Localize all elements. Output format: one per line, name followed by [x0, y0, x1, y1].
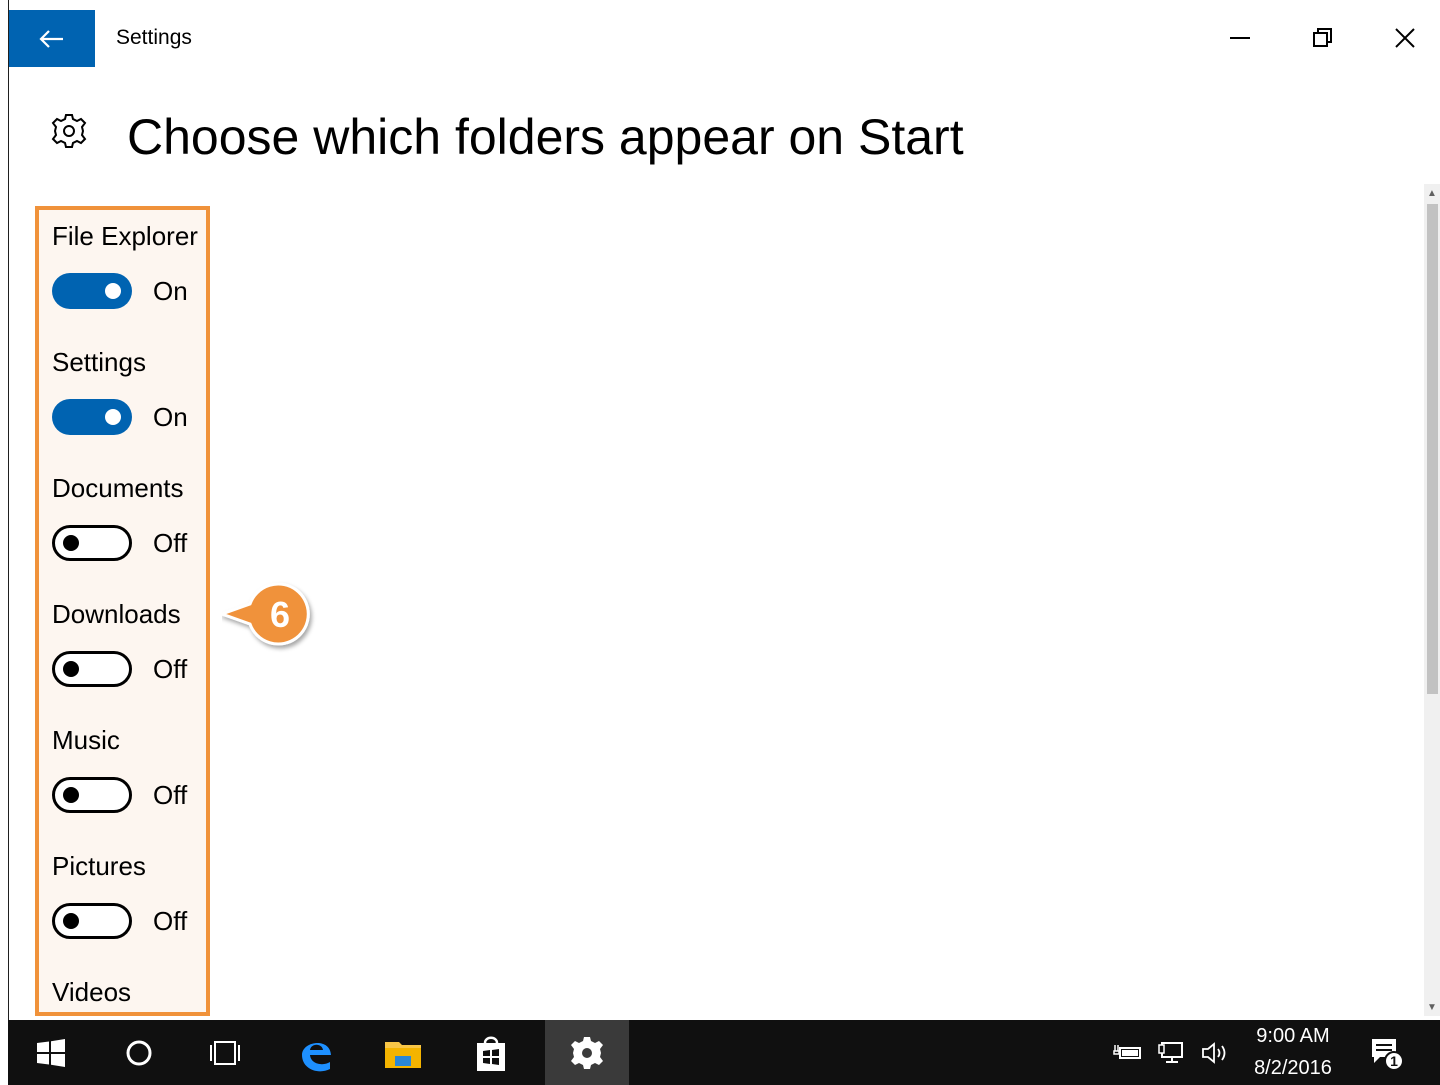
- notification-icon: 1: [1372, 1038, 1404, 1071]
- toggle-knob: [105, 409, 121, 425]
- clock-time[interactable]: 9:00 AM: [1248, 1025, 1338, 1048]
- setting-label-settings: Settings: [52, 347, 146, 377]
- toggle-downloads[interactable]: [52, 651, 132, 687]
- edge-button[interactable]: [273, 1020, 359, 1085]
- toggle-knob: [105, 283, 121, 299]
- minimize-button[interactable]: [1217, 18, 1263, 58]
- task-view-button[interactable]: [182, 1020, 268, 1085]
- network-tray-button[interactable]: [1154, 1020, 1194, 1085]
- task-view-icon: [210, 1040, 240, 1065]
- toggle-pictures[interactable]: [52, 903, 132, 939]
- toggle-state-label: Off: [153, 653, 188, 684]
- power-icon: [1113, 1044, 1141, 1059]
- toggle-knob: [63, 535, 79, 551]
- toggle-file-explorer[interactable]: [52, 273, 132, 309]
- toggle-row-settings: On: [52, 399, 188, 435]
- close-icon: [1395, 28, 1415, 48]
- toggle-row-music: Off: [52, 777, 187, 813]
- toggle-row-file-explorer: On: [52, 273, 188, 309]
- toggle-row-downloads: Off: [52, 651, 187, 687]
- app-title: Settings: [116, 26, 192, 49]
- setting-label-file-explorer: File Explorer: [52, 221, 198, 251]
- setting-label-downloads: Downloads: [52, 599, 181, 629]
- title-bar: Settings: [9, 0, 1440, 76]
- store-button[interactable]: [448, 1020, 534, 1085]
- toggle-state-label: Off: [153, 527, 188, 558]
- toggle-state-label: Off: [153, 905, 188, 936]
- notification-count: 1: [1390, 1053, 1398, 1069]
- back-arrow-icon: [39, 29, 63, 48]
- scroll-thumb[interactable]: [1427, 204, 1438, 694]
- settings-icon: [571, 1036, 603, 1069]
- scroll-down-icon[interactable]: ▼: [1424, 998, 1440, 1016]
- settings-taskbar-button[interactable]: [545, 1020, 629, 1085]
- close-button[interactable]: [1382, 18, 1428, 58]
- power-tray-button[interactable]: [1108, 1020, 1148, 1085]
- file-explorer-icon: [385, 1041, 421, 1068]
- gear-icon: [51, 114, 87, 148]
- file-explorer-button[interactable]: [360, 1020, 446, 1085]
- callout-number: 6: [270, 594, 290, 635]
- step-callout: 6: [217, 577, 318, 658]
- action-center-button[interactable]: 1: [1358, 1020, 1414, 1085]
- network-icon: [1158, 1041, 1183, 1063]
- toggle-state-label: Off: [153, 779, 188, 810]
- restore-icon: [1313, 28, 1332, 47]
- page-header: [50, 112, 88, 150]
- toggle-settings[interactable]: [52, 399, 132, 435]
- toggle-row-documents: Off: [52, 525, 187, 561]
- edge-icon: [302, 1042, 331, 1071]
- toggle-row-pictures: Off: [52, 903, 187, 939]
- start-icon: [37, 1038, 65, 1067]
- toggle-knob: [63, 661, 79, 677]
- toggle-state-label: On: [153, 401, 188, 432]
- cortana-button[interactable]: [96, 1020, 182, 1085]
- page-title: Choose which folders appear on Start: [127, 109, 964, 165]
- volume-tray-button[interactable]: [1196, 1020, 1236, 1085]
- cortana-icon: [126, 1040, 152, 1065]
- store-icon: [477, 1036, 505, 1071]
- toggle-knob: [63, 913, 79, 929]
- window-border: [8, 0, 9, 1020]
- taskbar: 9:00 AM 8/2/2016 1: [8, 1020, 1440, 1085]
- toggle-music[interactable]: [52, 777, 132, 813]
- setting-label-videos: Videos: [52, 977, 132, 1007]
- start-button[interactable]: [8, 1020, 94, 1085]
- toggle-knob: [63, 787, 79, 803]
- setting-label-pictures: Pictures: [52, 851, 146, 881]
- toggle-documents[interactable]: [52, 525, 132, 561]
- scrollbar[interactable]: ▲ ▼: [1424, 184, 1440, 1016]
- scroll-up-icon[interactable]: ▲: [1424, 184, 1440, 202]
- toggle-state-label: On: [153, 275, 188, 306]
- back-button[interactable]: [9, 10, 95, 67]
- restore-button[interactable]: [1300, 18, 1346, 58]
- setting-label-documents: Documents: [52, 473, 184, 503]
- minimize-icon: [1230, 37, 1250, 39]
- clock-date[interactable]: 8/2/2016: [1248, 1057, 1338, 1080]
- setting-label-music: Music: [52, 725, 120, 755]
- volume-icon: [1202, 1041, 1226, 1064]
